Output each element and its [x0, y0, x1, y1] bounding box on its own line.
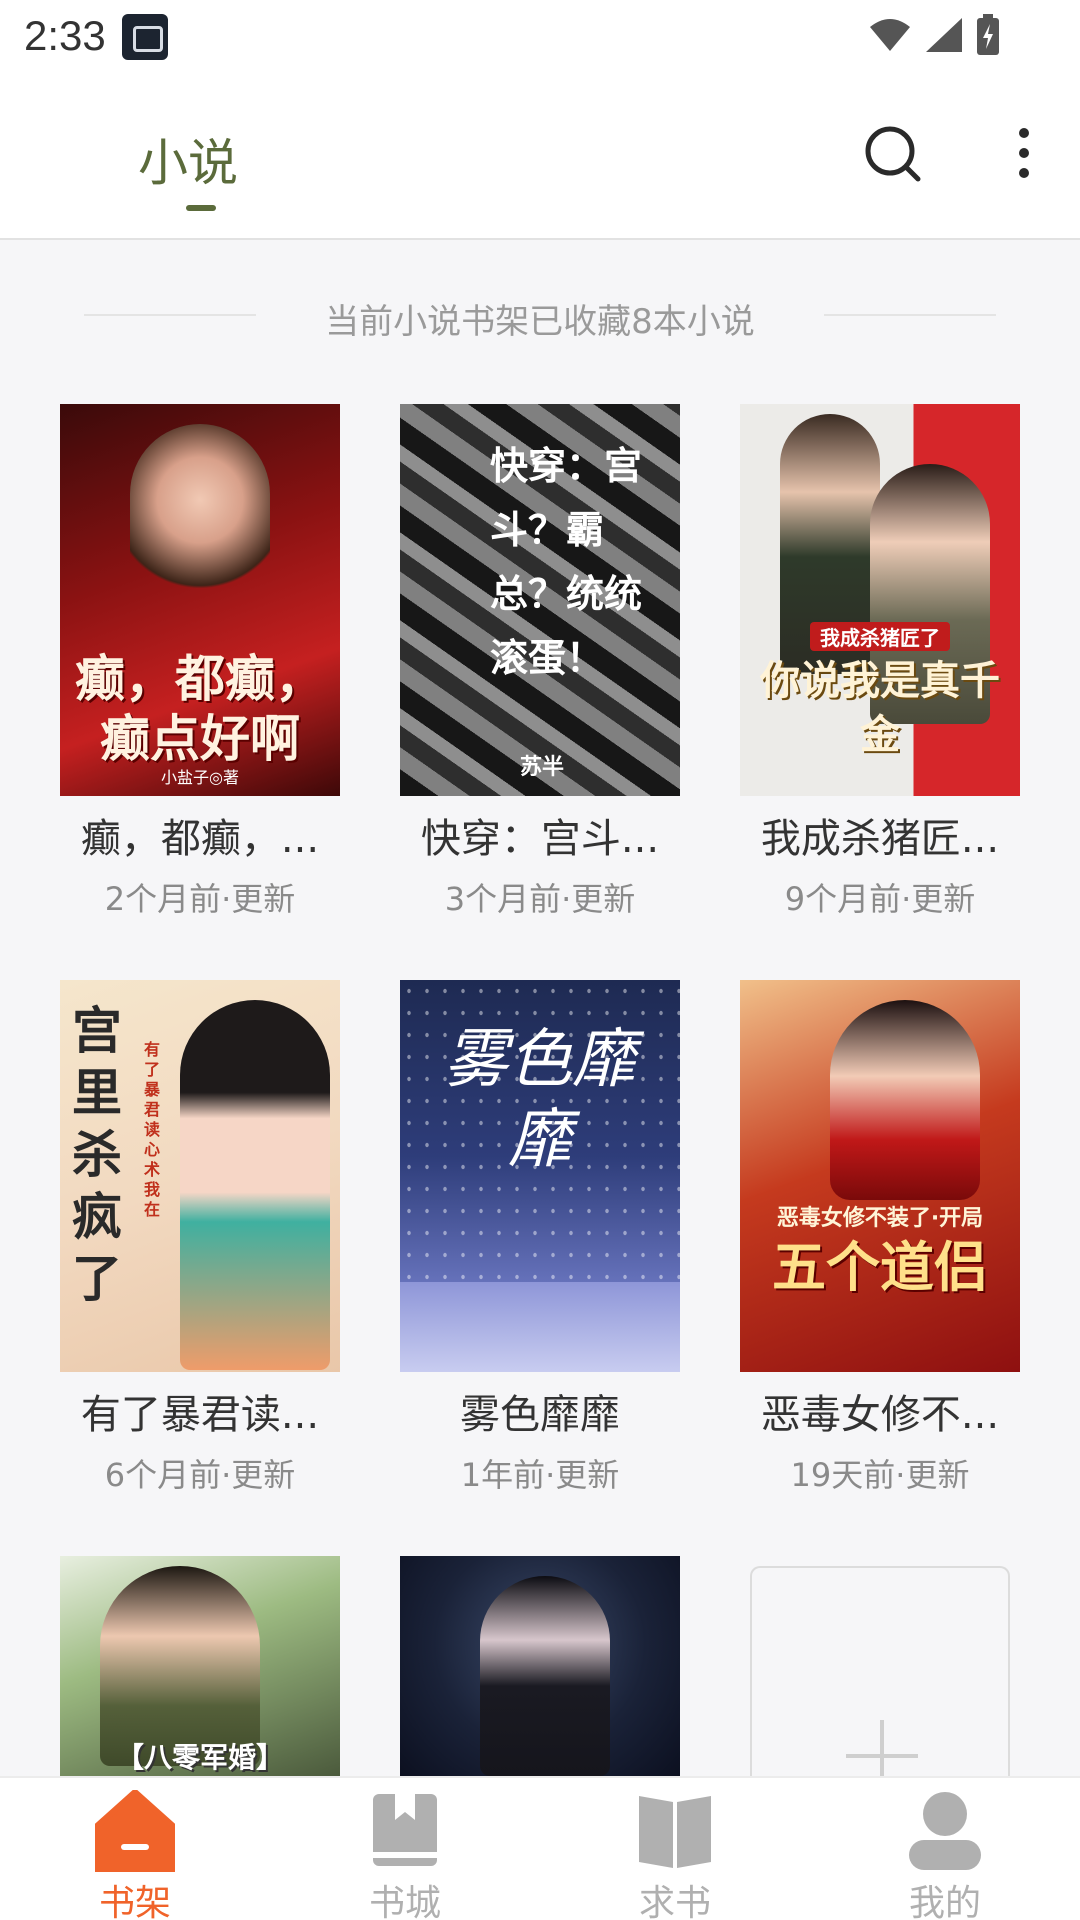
- book-cover[interactable]: 恶毒女修不装了·开局 五个道侣: [740, 980, 1020, 1372]
- book-title: 恶毒女修不...: [760, 1392, 1000, 1438]
- reader-app-icon: [122, 14, 168, 60]
- book-item[interactable]: 我成杀猪匠了 你说我是真千金 我成杀猪匠... 9个月前·更新: [740, 404, 1020, 924]
- cover-author: 苏半: [520, 755, 565, 780]
- character-illustration: [480, 1576, 610, 1776]
- cover-subtitle: 有了暴君读心术我在: [144, 1040, 161, 1219]
- bottom-navigation: 书架 书城 求书 我的: [0, 1776, 1080, 1920]
- book-title: 癫，都癫，...: [80, 816, 320, 862]
- signal-icon: [926, 18, 962, 52]
- book-item[interactable]: 快穿：宫斗？霸总？统统滚蛋！ 苏半 快穿：宫斗... 3个月前·更新: [400, 404, 680, 924]
- book-update-time: 1年前·更新: [460, 1456, 620, 1494]
- cover-title: 你说我是真千金: [760, 658, 1000, 758]
- profile-icon: [909, 1792, 981, 1870]
- book-cover[interactable]: 【八零军婚】: [60, 1556, 340, 1776]
- book-cover[interactable]: [400, 1556, 680, 1776]
- character-illustration: [830, 1000, 980, 1200]
- nav-label: 书架: [98, 1883, 171, 1920]
- book-cover[interactable]: 快穿：宫斗？霸总？统统滚蛋！ 苏半: [400, 404, 680, 796]
- cover-title: 五个道侣: [772, 1236, 988, 1299]
- cover-title: 癫，都癫，癫点好啊: [75, 650, 325, 768]
- open-book-icon: [639, 1796, 711, 1868]
- nav-bookshelf[interactable]: 书架: [0, 1778, 270, 1920]
- nav-label: 求书: [638, 1883, 711, 1920]
- book-cover[interactable]: 我成杀猪匠了 你说我是真千金: [740, 404, 1020, 796]
- book-title: 雾色靡靡: [460, 1392, 620, 1438]
- nav-request-book[interactable]: 求书: [540, 1778, 810, 1920]
- book-title: 我成杀猪匠...: [760, 816, 1000, 862]
- book-cover[interactable]: 癫，都癫，癫点好啊 小盐子◎著: [60, 404, 340, 796]
- book-item[interactable]: 癫，都癫，癫点好啊 小盐子◎著 癫，都癫，... 2个月前·更新: [60, 404, 340, 924]
- nav-profile[interactable]: 我的: [810, 1778, 1080, 1920]
- battery-icon: [977, 14, 999, 55]
- book-item[interactable]: 恶毒女修不装了·开局 五个道侣 恶毒女修不... 19天前·更新: [740, 980, 1020, 1500]
- book-icon: [373, 1794, 437, 1866]
- status-bar: 2:33: [0, 0, 1080, 75]
- nav-label: 书城: [368, 1883, 441, 1920]
- shelf-summary: 当前小说书架已收藏8本小说: [0, 290, 1080, 342]
- tab-novel[interactable]: 小说: [138, 123, 238, 195]
- tab-indicator: [186, 205, 216, 211]
- more-options-icon[interactable]: [1004, 125, 1044, 185]
- book-update-time: 9个月前·更新: [784, 880, 976, 918]
- status-time: 2:33: [24, 12, 106, 59]
- app-header: 小说: [0, 75, 1080, 240]
- nav-label: 我的: [908, 1883, 981, 1920]
- cover-title: 快穿：宫斗？霸总？统统滚蛋！: [490, 444, 643, 680]
- book-item[interactable]: 宫里杀疯了 有了暴君读心术我在 有了暴君读... 6个月前·更新: [60, 980, 340, 1500]
- book-cover[interactable]: 宫里杀疯了 有了暴君读心术我在: [60, 980, 340, 1372]
- book-title: 有了暴君读...: [80, 1392, 320, 1438]
- book-title: 快穿：宫斗...: [420, 816, 660, 862]
- book-update-time: 6个月前·更新: [104, 1456, 296, 1494]
- cover-title: 雾色靡靡: [444, 1023, 636, 1177]
- cover-subtitle: 恶毒女修不装了·开局: [776, 1206, 984, 1231]
- shelf-count-text: 当前小说书架已收藏8本小说: [325, 302, 755, 342]
- status-icons: [868, 14, 1000, 56]
- cover-subtitle: 我成杀猪匠了: [810, 622, 950, 651]
- book-update-time: 2个月前·更新: [104, 880, 296, 918]
- book-cover[interactable]: 雾色靡靡: [400, 980, 680, 1372]
- search-icon[interactable]: [862, 123, 926, 187]
- wifi-icon: [870, 19, 910, 51]
- cover-title: 【八零军婚】: [115, 1741, 284, 1774]
- character-illustration: [180, 1000, 330, 1370]
- cover-title: 宫里杀疯了: [72, 1002, 122, 1308]
- book-update-time: 3个月前·更新: [444, 880, 636, 918]
- cover-author: 小盐子◎著: [161, 768, 239, 787]
- book-update-time: 19天前·更新: [790, 1456, 970, 1494]
- divider: [824, 314, 996, 316]
- character-illustration: [130, 424, 270, 624]
- book-item[interactable]: 【八零军婚】: [60, 1556, 340, 1776]
- book-item[interactable]: 雾色靡靡 雾色靡靡 1年前·更新: [400, 980, 680, 1500]
- nav-bookstore[interactable]: 书城: [270, 1778, 540, 1920]
- bookshelf-icon: [95, 1790, 175, 1872]
- book-item[interactable]: [400, 1556, 680, 1776]
- street-ground: [400, 1282, 680, 1372]
